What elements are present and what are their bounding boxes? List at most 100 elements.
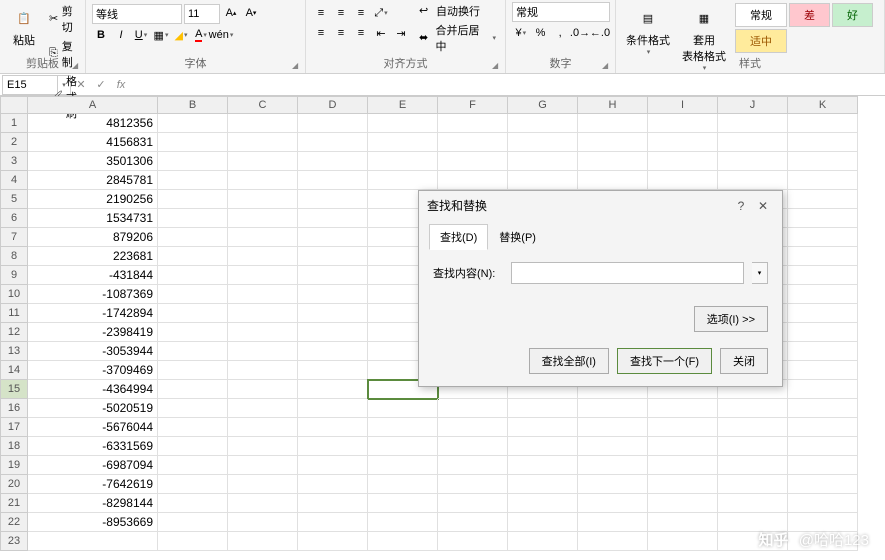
cell[interactable] bbox=[158, 171, 228, 190]
cell[interactable] bbox=[158, 114, 228, 133]
cell[interactable]: 4812356 bbox=[28, 114, 158, 133]
cell[interactable] bbox=[718, 418, 788, 437]
cell[interactable] bbox=[368, 418, 438, 437]
cell-style-neutral[interactable]: 适中 bbox=[735, 29, 787, 53]
cell[interactable] bbox=[368, 456, 438, 475]
cell[interactable] bbox=[298, 513, 368, 532]
cell[interactable] bbox=[648, 494, 718, 513]
cell[interactable] bbox=[508, 456, 578, 475]
cell[interactable] bbox=[158, 361, 228, 380]
cell[interactable] bbox=[718, 133, 788, 152]
font-name-select[interactable] bbox=[92, 4, 182, 24]
cell[interactable] bbox=[508, 532, 578, 551]
cell[interactable] bbox=[298, 342, 368, 361]
cell[interactable] bbox=[368, 171, 438, 190]
align-bottom-button[interactable]: ≡ bbox=[352, 4, 370, 22]
cell[interactable] bbox=[228, 494, 298, 513]
cell[interactable]: -431844 bbox=[28, 266, 158, 285]
cell[interactable]: 1534731 bbox=[28, 209, 158, 228]
cell[interactable] bbox=[438, 171, 508, 190]
column-header[interactable]: E bbox=[368, 96, 438, 114]
column-header[interactable]: C bbox=[228, 96, 298, 114]
cell[interactable] bbox=[158, 399, 228, 418]
find-input-dropdown[interactable]: ▾ bbox=[752, 262, 768, 284]
cell[interactable] bbox=[788, 171, 858, 190]
cell[interactable] bbox=[228, 133, 298, 152]
cell[interactable] bbox=[788, 285, 858, 304]
cell[interactable] bbox=[298, 399, 368, 418]
cell[interactable] bbox=[578, 418, 648, 437]
cell[interactable]: 4156831 bbox=[28, 133, 158, 152]
row-header[interactable]: 17 bbox=[0, 418, 28, 437]
cell[interactable]: -1742894 bbox=[28, 304, 158, 323]
cell[interactable] bbox=[158, 475, 228, 494]
column-header[interactable]: H bbox=[578, 96, 648, 114]
cell[interactable]: -5020519 bbox=[28, 399, 158, 418]
cell[interactable] bbox=[508, 152, 578, 171]
column-header[interactable]: F bbox=[438, 96, 508, 114]
cut-button[interactable]: ✂剪切 bbox=[46, 2, 80, 36]
cell[interactable]: -3053944 bbox=[28, 342, 158, 361]
cell[interactable] bbox=[718, 171, 788, 190]
cell-style-normal[interactable]: 常规 bbox=[735, 3, 787, 27]
column-header[interactable]: D bbox=[298, 96, 368, 114]
cell-style-good[interactable]: 好 bbox=[832, 3, 873, 27]
row-header[interactable]: 23 bbox=[0, 532, 28, 551]
cell[interactable] bbox=[228, 304, 298, 323]
column-header[interactable]: A bbox=[28, 96, 158, 114]
row-header[interactable]: 18 bbox=[0, 437, 28, 456]
increase-decimal-button[interactable]: .0→ bbox=[571, 24, 589, 42]
cell[interactable] bbox=[228, 475, 298, 494]
cell[interactable] bbox=[158, 285, 228, 304]
cell[interactable] bbox=[788, 399, 858, 418]
merge-center-button[interactable]: ⬌合并后居中 bbox=[416, 21, 499, 55]
cell[interactable] bbox=[228, 171, 298, 190]
cell[interactable] bbox=[228, 437, 298, 456]
cell[interactable] bbox=[298, 190, 368, 209]
tab-find[interactable]: 查找(D) bbox=[429, 224, 488, 250]
cell[interactable] bbox=[158, 247, 228, 266]
cell[interactable] bbox=[298, 532, 368, 551]
cell[interactable] bbox=[368, 532, 438, 551]
cell[interactable] bbox=[158, 418, 228, 437]
cell[interactable] bbox=[578, 133, 648, 152]
cell[interactable] bbox=[298, 323, 368, 342]
cell[interactable] bbox=[298, 418, 368, 437]
decrease-font-button[interactable]: A▾ bbox=[242, 4, 260, 22]
cell[interactable] bbox=[578, 152, 648, 171]
cell[interactable] bbox=[158, 323, 228, 342]
cell[interactable] bbox=[438, 399, 508, 418]
cell[interactable] bbox=[648, 513, 718, 532]
column-header[interactable]: G bbox=[508, 96, 578, 114]
font-color-button[interactable]: A bbox=[192, 26, 210, 44]
cell[interactable] bbox=[228, 532, 298, 551]
cell[interactable] bbox=[298, 361, 368, 380]
cell[interactable] bbox=[158, 513, 228, 532]
cell[interactable] bbox=[298, 152, 368, 171]
cell[interactable] bbox=[648, 437, 718, 456]
cell[interactable] bbox=[438, 114, 508, 133]
cell[interactable] bbox=[298, 133, 368, 152]
find-input[interactable] bbox=[511, 262, 744, 284]
cell[interactable] bbox=[228, 399, 298, 418]
cell[interactable] bbox=[368, 437, 438, 456]
border-button[interactable]: ▦ bbox=[152, 26, 170, 44]
comma-button[interactable]: , bbox=[551, 24, 569, 42]
enter-formula-button[interactable]: ✓ bbox=[91, 78, 111, 91]
cell[interactable]: -7642619 bbox=[28, 475, 158, 494]
cell[interactable]: -8953669 bbox=[28, 513, 158, 532]
cell[interactable] bbox=[158, 494, 228, 513]
select-all-corner[interactable] bbox=[0, 96, 28, 114]
cell[interactable] bbox=[788, 114, 858, 133]
cell[interactable] bbox=[648, 475, 718, 494]
cell[interactable] bbox=[298, 380, 368, 399]
cell[interactable] bbox=[438, 494, 508, 513]
dialog-launcher-icon[interactable]: ◢ bbox=[492, 61, 502, 71]
cell[interactable] bbox=[228, 418, 298, 437]
cell[interactable] bbox=[158, 133, 228, 152]
cell[interactable] bbox=[718, 437, 788, 456]
cell[interactable] bbox=[508, 399, 578, 418]
cell[interactable] bbox=[228, 456, 298, 475]
row-header[interactable]: 13 bbox=[0, 342, 28, 361]
cell[interactable] bbox=[788, 418, 858, 437]
